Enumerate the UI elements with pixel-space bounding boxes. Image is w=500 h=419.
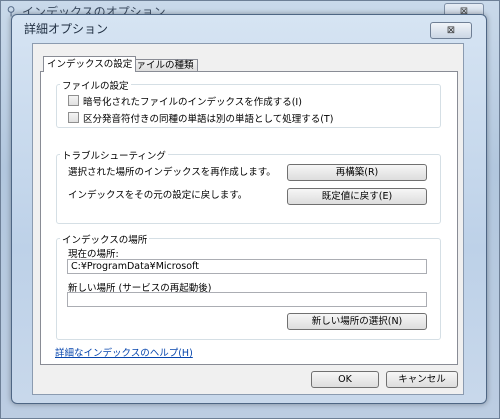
new-location-field[interactable] [67,292,427,307]
rebuild-button[interactable]: 再構築(R) [287,164,427,181]
diacritics-checkbox[interactable] [68,112,79,123]
encrypted-files-checkbox[interactable] [68,95,79,106]
dialog-close-button[interactable]: ⊠ [430,22,472,39]
ok-button[interactable]: OK [311,371,379,388]
tab-label: ファイルの種類 [127,60,194,71]
tab-index-settings[interactable]: インデックスの設定 [43,56,137,72]
restore-defaults-button[interactable]: 既定値に戻す(E) [287,188,427,205]
dialog-title: 詳細オプション [24,22,109,36]
current-location-label: 現在の場所: [68,249,119,260]
troubleshooting-legend: トラブルシューティング [60,148,168,162]
current-location-field: C:¥ProgramData¥Microsoft [67,259,427,274]
encrypted-files-label: 暗号化されたファイルのインデックスを作成する(I) [83,97,302,108]
diacritics-label: 区分発音符付きの同種の単語は別の単語として処理する(T) [83,114,334,125]
reset-description: インデックスをその元の設定に戻します。 [68,190,248,201]
select-new-location-button[interactable]: 新しい場所の選択(N) [287,313,427,330]
file-settings-legend: ファイルの設定 [60,78,131,92]
index-location-legend: インデックスの場所 [60,232,150,246]
tab-label: インデックスの設定 [47,59,133,70]
index-help-link[interactable]: 詳細なインデックスのヘルプ(H) [55,345,193,359]
rebuild-description: 選択された場所のインデックスを再作成します。 [68,167,276,178]
cancel-button[interactable]: キャンセル [386,371,458,388]
close-icon: ⊠ [446,25,456,36]
